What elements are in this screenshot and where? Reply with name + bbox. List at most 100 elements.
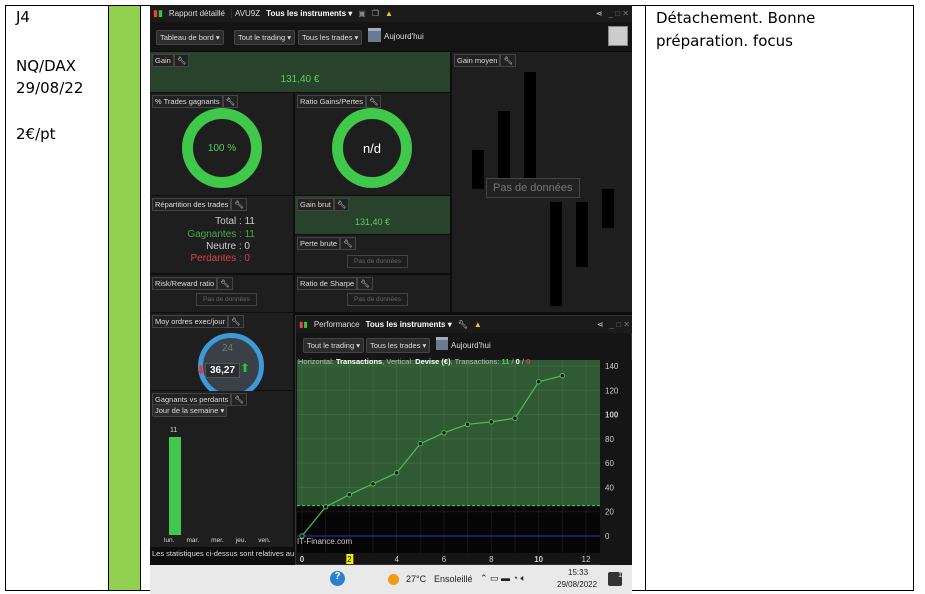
perf-trades-dropdown[interactable]: Tous les trades ▾: [366, 338, 431, 353]
wrench-icon[interactable]: 🔧︎: [340, 237, 356, 250]
performance-chart: 0 20 40 60 80 100 120 140 0 2 4 6 8 10 12: [297, 360, 632, 565]
risk-reward-panel: Risk/Reward ratio 🔧︎ Pas de données: [150, 275, 293, 312]
placeholder-bar: [524, 72, 536, 189]
data-point: [512, 415, 518, 421]
instrument-selector[interactable]: Tous les instruments ▾: [266, 9, 352, 18]
date-filter[interactable]: Aujourd'hui: [384, 32, 424, 41]
profit-zone: [297, 360, 600, 506]
x-tick-label: 6: [442, 555, 447, 564]
warning-icon: ▲: [385, 9, 393, 18]
gross-gain-value: 131,40 €: [354, 217, 391, 227]
wrench-icon[interactable]: 🔧︎: [500, 54, 516, 67]
share-icon[interactable]: ⋖: [597, 320, 604, 329]
weather-temp[interactable]: 27°C: [406, 574, 426, 584]
y-tick-label: 80: [605, 435, 614, 444]
data-point: [441, 430, 447, 436]
data-point: [346, 492, 353, 498]
sharpe-panel: Ratio de Sharpe 🔧︎ Pas de données: [295, 275, 450, 312]
date-label: 29/08/22: [16, 79, 84, 97]
clock-date[interactable]: 29/08/2022: [557, 580, 597, 589]
wrench-icon[interactable]: 🔧︎: [231, 198, 247, 211]
losers-count: Perdantes : 0: [190, 253, 250, 264]
notification-icon[interactable]: 1: [608, 572, 622, 586]
no-data-label: Pas de données: [486, 178, 580, 198]
window-controls[interactable]: _ □ ✕: [610, 320, 632, 329]
stats-footer-note: Les statistiques ci-dessus sont relative…: [152, 549, 297, 558]
trading-report-window: ▮▮ Rapport détaillé AVU9Z Tous les instr…: [150, 5, 632, 565]
gross-loss-label: Perte brute: [297, 237, 341, 250]
y-tick-label: 40: [605, 483, 614, 492]
wrench-icon[interactable]: 🔧︎: [217, 277, 233, 290]
y-tick-label: 20: [605, 508, 614, 517]
trading-dropdown[interactable]: Tout le trading ▾: [234, 30, 295, 45]
ratio-donut: n/d: [332, 108, 412, 188]
weekday-dropdown[interactable]: Jour de la semaine ▾: [152, 404, 228, 417]
neutral-count: Neutre : 0: [206, 241, 250, 252]
gain-moyen-panel: Gain moyen 🔧︎ Pas de données: [452, 52, 632, 312]
y-tick-label: 120: [605, 386, 619, 395]
calendar-icon[interactable]: [436, 337, 448, 350]
settings-chart-icon[interactable]: [608, 26, 628, 46]
orders-value: 36,27: [205, 363, 241, 378]
y-tick-label: 140: [605, 362, 619, 371]
clock-time[interactable]: 15:33: [568, 568, 588, 577]
copy-icon[interactable]: ❐: [372, 9, 379, 18]
wrench-icon[interactable]: 🔧︎: [458, 320, 468, 329]
dashboard-dropdown[interactable]: Tableau de bord ▾: [156, 30, 224, 45]
share-icon[interactable]: ⋖: [596, 9, 603, 18]
tray-icons[interactable]: ⌃ ▭ ▬ ◔ 🔈︎: [480, 573, 526, 584]
weekday-label: lun.: [164, 537, 175, 544]
weather-sun-icon: [388, 574, 399, 585]
wrench-icon[interactable]: 🔧︎: [173, 54, 190, 67]
help-icon[interactable]: ?: [330, 571, 345, 586]
wrench-icon[interactable]: 🔧︎: [365, 95, 382, 108]
weekday-label: mer.: [211, 537, 224, 544]
performance-title-bar: ▮▮ Performance Tous les instruments ▾ 🔧︎…: [296, 316, 632, 333]
weekday-label: mar.: [186, 537, 200, 544]
wrench-icon[interactable]: 🔧︎: [222, 95, 239, 108]
placeholder-bar: [550, 202, 562, 306]
data-point: [417, 441, 424, 447]
orders-per-day-panel: Moy ordres exec/jour 🔧︎ 24 36,27 ⬇ ⬆: [150, 313, 293, 399]
calendar-icon[interactable]: [368, 28, 381, 42]
gain-loss-ratio-panel: Ratio Gains/Pertes 🔧︎ n/d: [295, 93, 450, 195]
no-data-label: Pas de données: [347, 293, 408, 306]
gross-gain-label: Gain brut: [297, 198, 334, 211]
wrench-icon[interactable]: 🔧︎: [357, 277, 373, 290]
session-note[interactable]: Détachement. Bonne préparation. focus: [656, 7, 856, 53]
gain-moyen-label: Gain moyen: [454, 54, 501, 67]
toolbar: Tableau de bord ▾ Tout le trading ▾ Tous…: [150, 22, 632, 51]
perf-date-filter[interactable]: Aujourd'hui: [451, 341, 491, 350]
chart-icon[interactable]: ▣: [358, 9, 366, 18]
placeholder-bar: [472, 150, 484, 189]
wrench-icon[interactable]: 🔧︎: [228, 315, 244, 328]
instruments-label: NQ/DAX: [16, 57, 76, 75]
ratio-label: Ratio Gains/Pertes: [297, 95, 366, 108]
x-tick-label: 4: [394, 555, 399, 564]
arrow-down-icon: ⬇: [196, 363, 207, 377]
candlestick-icon: ▮▮: [299, 320, 308, 329]
gross-loss-panel: Perte brute 🔧︎ Pas de données: [295, 235, 450, 273]
watermark: IT-Finance.com: [297, 537, 353, 546]
placeholder-bar: [602, 189, 614, 228]
weather-condition[interactable]: Ensoleillé: [434, 574, 473, 584]
wrench-icon[interactable]: 🔧︎: [333, 198, 350, 211]
y-tick-label: 0: [605, 532, 610, 541]
x-tick-label: 8: [489, 555, 494, 564]
perf-trading-dropdown[interactable]: Tout le trading ▾: [303, 338, 364, 353]
winners-vs-losers-panel: Gagnants vs perdants 🔧︎ Jour de la semain…: [150, 391, 293, 547]
window-title: Rapport détaillé: [168, 9, 225, 18]
x-tick-label: 12: [582, 555, 591, 564]
placeholder-bar: [576, 202, 588, 267]
window-controls[interactable]: _ □ ✕: [609, 9, 632, 18]
total-count: Total : 11: [215, 216, 255, 227]
distribution-label: Répartition des trades: [152, 198, 232, 211]
trades-dropdown[interactable]: Tous les trades ▾: [298, 30, 363, 45]
clock-label: 24: [222, 343, 234, 354]
winning-trades-panel: % Trades gagnants 🔧︎ 100 %: [150, 93, 293, 195]
wrench-icon[interactable]: 🔧︎: [231, 393, 247, 406]
gain-value: 131,40 €: [280, 74, 320, 85]
performance-instrument-selector[interactable]: Tous les instruments ▾: [366, 320, 452, 329]
winning-trades-label: % Trades gagnants: [152, 95, 223, 108]
performance-title: Performance: [313, 320, 360, 329]
